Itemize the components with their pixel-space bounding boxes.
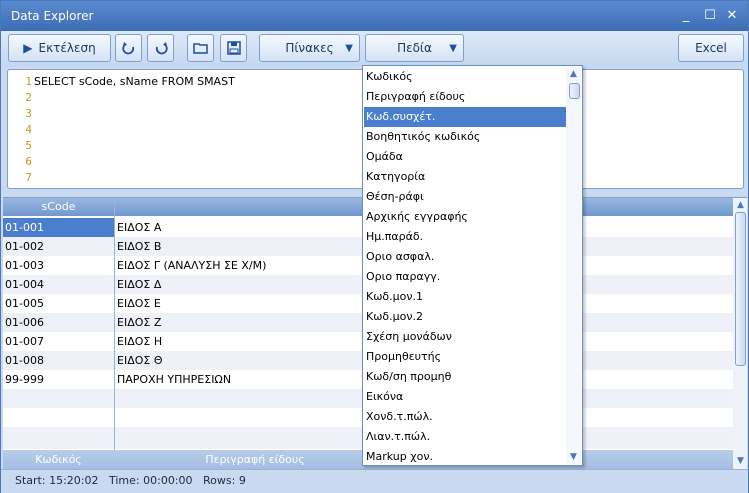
cell-code[interactable]: 99-999 <box>3 370 114 389</box>
cell-code[interactable]: 01-002 <box>3 237 114 256</box>
code-line: SELECT sCode, sName FROM SMAST <box>34 75 235 88</box>
start-label: Start: <box>15 474 46 487</box>
dropdown-item[interactable]: Προμηθευτής <box>364 347 566 367</box>
rows-label: Rows: <box>203 474 236 487</box>
dropdown-item[interactable]: Αρχικής εγγραφής <box>364 207 566 227</box>
dropdown-item[interactable]: Κωδ.μον.1 <box>364 287 566 307</box>
maximize-button[interactable]: ☐ <box>701 7 719 25</box>
dropdown-item[interactable]: Οριο ασφαλ. <box>364 247 566 267</box>
fields-dropdown-button[interactable]: Πεδία ▼ <box>365 34 464 62</box>
fields-dropdown-list[interactable]: Κωδικός Περιγραφή είδους Κωδ.συσχέτ. Βοη… <box>362 65 583 466</box>
sql-text[interactable]: SELECT sCode, sName FROM SMAST <box>34 74 235 90</box>
title-bar[interactable]: Data Explorer _ ☐ ✕ <box>1 1 748 31</box>
chevron-down-icon: ▼ <box>449 42 457 54</box>
minimize-button[interactable]: _ <box>677 7 695 25</box>
chevron-down-icon: ▼ <box>345 42 353 54</box>
dropdown-item[interactable]: Βοηθητικός κωδικός <box>364 127 566 147</box>
line-number: 6 <box>25 155 32 168</box>
cell-code[interactable]: 01-008 <box>3 351 114 370</box>
tables-dropdown-button[interactable]: Πίνακες ▼ <box>259 34 360 62</box>
time-value: 00:00:00 <box>143 474 193 487</box>
cell-code[interactable]: 01-006 <box>3 313 114 332</box>
dropdown-item[interactable]: Κωδ/ση προμηθ <box>364 367 566 387</box>
fields-label: Πεδία <box>397 41 432 55</box>
line-number: 4 <box>25 123 32 136</box>
dropdown-item[interactable]: Markup χον. <box>364 447 566 467</box>
dropdown-scrollbar[interactable]: ▲ ▼ <box>566 67 581 464</box>
grid-vertical-scrollbar[interactable]: ▲ ▼ <box>733 198 747 470</box>
column-divider <box>114 198 115 470</box>
dropdown-item[interactable]: Θέση-ράφι <box>364 187 566 207</box>
status-bar: Start: 15:20:02 Time: 00:00:00 Rows: 9 <box>1 469 748 493</box>
line-number: 1 <box>25 75 32 88</box>
time-label: Time: <box>108 474 140 487</box>
line-number-gutter: 1 2 3 4 5 6 7 <box>8 74 32 186</box>
scroll-up-icon[interactable]: ▲ <box>566 67 581 81</box>
start-value: 15:20:02 <box>49 474 99 487</box>
scroll-thumb[interactable] <box>735 212 746 366</box>
dropdown-item[interactable]: Κωδ.μον.2 <box>364 307 566 327</box>
folder-icon <box>192 43 208 54</box>
window-title: Data Explorer <box>11 9 94 23</box>
dropdown-item[interactable]: Περιγραφή είδους <box>364 87 566 107</box>
scroll-down-icon[interactable]: ▼ <box>566 450 581 464</box>
open-button[interactable] <box>187 34 214 62</box>
dropdown-item[interactable]: Κωδ.συσχέτ. <box>364 107 566 127</box>
line-number: 7 <box>25 171 32 184</box>
dropdown-item[interactable]: Κατηγορία <box>364 167 566 187</box>
excel-button[interactable]: Excel <box>678 34 744 62</box>
dropdown-item[interactable]: Σχέση μονάδων <box>364 327 566 347</box>
scroll-down-icon[interactable]: ▼ <box>733 454 748 468</box>
toolbar: ▶ Εκτέλεση Πίνακες ▼ Πεδία ▼ Excel <box>1 31 748 67</box>
cell-code[interactable]: 01-003 <box>3 256 114 275</box>
cell-code[interactable]: 01-005 <box>3 294 114 313</box>
cell-code[interactable]: 01-007 <box>3 332 114 351</box>
undo-button[interactable] <box>115 34 142 62</box>
redo-button[interactable] <box>147 34 174 62</box>
data-explorer-window: Data Explorer _ ☐ ✕ ▶ Εκτέλεση Πίνακες ▼… <box>0 0 749 493</box>
tables-label: Πίνακες <box>285 41 334 55</box>
close-button[interactable]: ✕ <box>723 7 741 25</box>
redo-icon <box>155 42 168 55</box>
dropdown-item[interactable]: Χονδ.τ.πώλ. <box>364 407 566 427</box>
dropdown-item[interactable]: Λιαν.τ.πώλ. <box>364 427 566 447</box>
excel-label: Excel <box>695 41 727 55</box>
column-header-scode[interactable]: sCode <box>3 198 114 216</box>
play-icon: ▶ <box>23 41 33 55</box>
run-button[interactable]: ▶ Εκτέλεση <box>8 34 111 62</box>
footer-name-label: Περιγραφή είδους <box>205 453 305 466</box>
dropdown-item[interactable]: Εικόνα <box>364 387 566 407</box>
cell-code[interactable]: 01-001 <box>3 218 114 237</box>
rows-value: 9 <box>238 474 246 487</box>
undo-icon <box>121 42 134 55</box>
run-label: Εκτέλεση <box>38 41 96 55</box>
save-icon <box>226 41 241 55</box>
dropdown-item[interactable]: Οριο παραγγ. <box>364 267 566 287</box>
scroll-thumb[interactable] <box>569 83 580 99</box>
footer-code-label: Κωδικός <box>35 453 82 466</box>
save-button[interactable] <box>220 34 247 62</box>
line-number: 2 <box>25 91 32 104</box>
dropdown-item[interactable]: Ημ.παράδ. <box>364 227 566 247</box>
line-number: 3 <box>25 107 32 120</box>
cell-code[interactable]: 01-004 <box>3 275 114 294</box>
scroll-up-icon[interactable]: ▲ <box>733 198 748 212</box>
line-number: 5 <box>25 139 32 152</box>
dropdown-item[interactable]: Ομάδα <box>364 147 566 167</box>
dropdown-item[interactable]: Κωδικός <box>364 67 566 87</box>
